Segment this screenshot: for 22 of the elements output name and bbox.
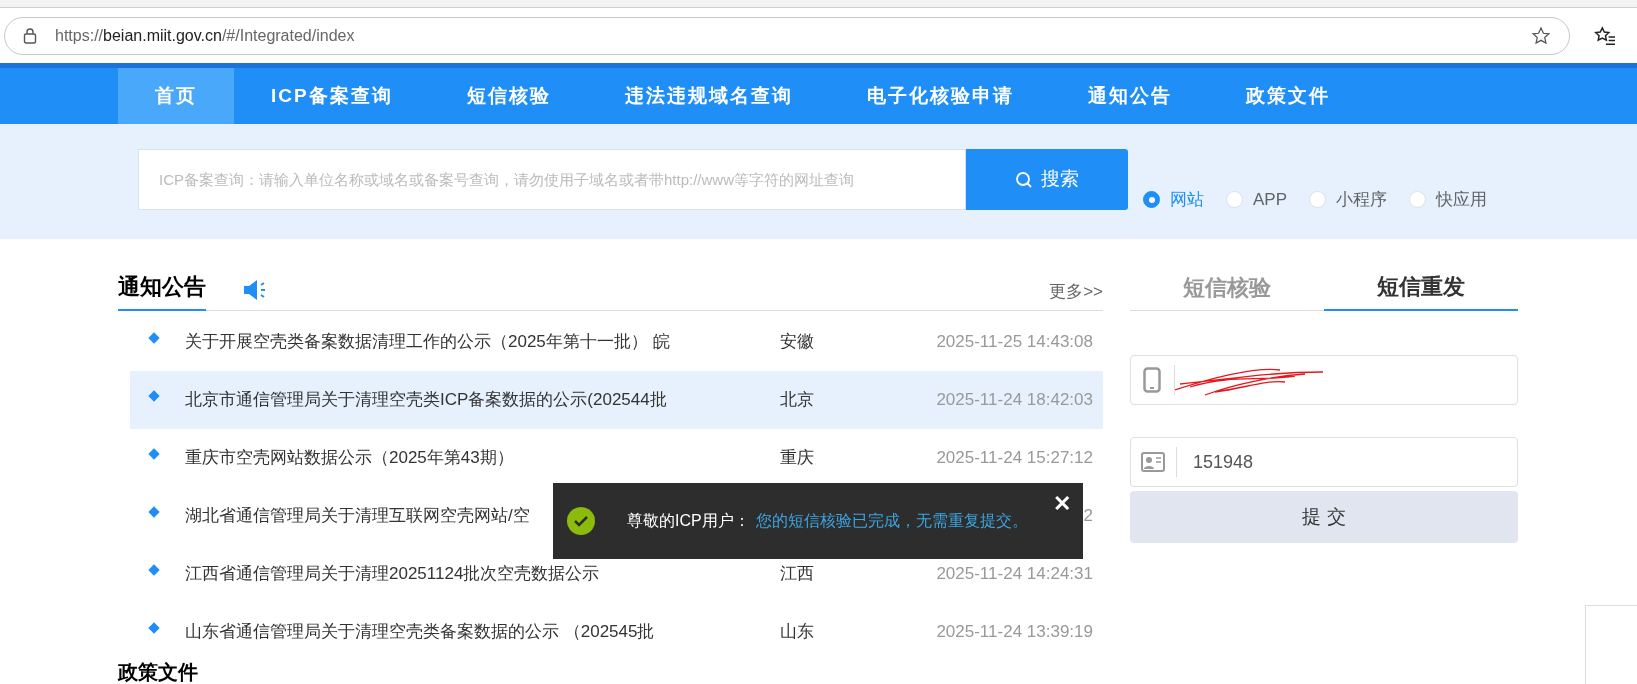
notice-title: 重庆市空壳网站数据公示（2025年第43期） <box>185 448 514 468</box>
notice-region: 山东 <box>780 621 815 644</box>
notice-title: 关于开展空壳类备案数据清理工作的公示（2025年第十一批） 皖 <box>185 332 670 352</box>
notice-date: 2 <box>1083 505 1093 528</box>
notice-date: 2025-11-25 14:43:08 <box>936 331 1093 354</box>
notice-title: 山东省通信管理局关于清理空壳类备案数据的公示 （202545批 <box>185 622 655 642</box>
toast-message: 尊敬的ICP用户： 您的短信核验已完成，无需重复提交。 <box>627 511 1028 531</box>
notice-region: 安徽 <box>780 331 815 354</box>
notice-date: 2025-11-24 13:39:19 <box>936 621 1093 644</box>
url-text: https://beian.miit.gov.cn/#/Integrated/index <box>55 25 356 46</box>
notice-region: 江西 <box>780 563 815 586</box>
notice-date: 2025-11-24 18:42:03 <box>936 389 1093 412</box>
notice-region: 北京 <box>780 389 815 412</box>
notice-date: 2025-11-24 15:27:12 <box>936 447 1093 470</box>
section-title: 政策文件 <box>118 661 199 683</box>
notice-title: 北京市通信管理局关于清理空壳类ICP备案数据的公示(202544批 <box>185 390 667 410</box>
section-title: 通知公告 <box>118 270 206 311</box>
code-value: 151948 <box>1193 450 1254 474</box>
notice-date: 2025-11-24 14:24:31 <box>936 563 1093 586</box>
notice-title: 湖北省通信管理局关于清理互联网空壳网站/空 <box>185 506 530 526</box>
notice-region: 重庆 <box>780 447 815 470</box>
notice-title: 江西省通信管理局关于清理20251124批次空壳数据公示 <box>185 564 600 584</box>
